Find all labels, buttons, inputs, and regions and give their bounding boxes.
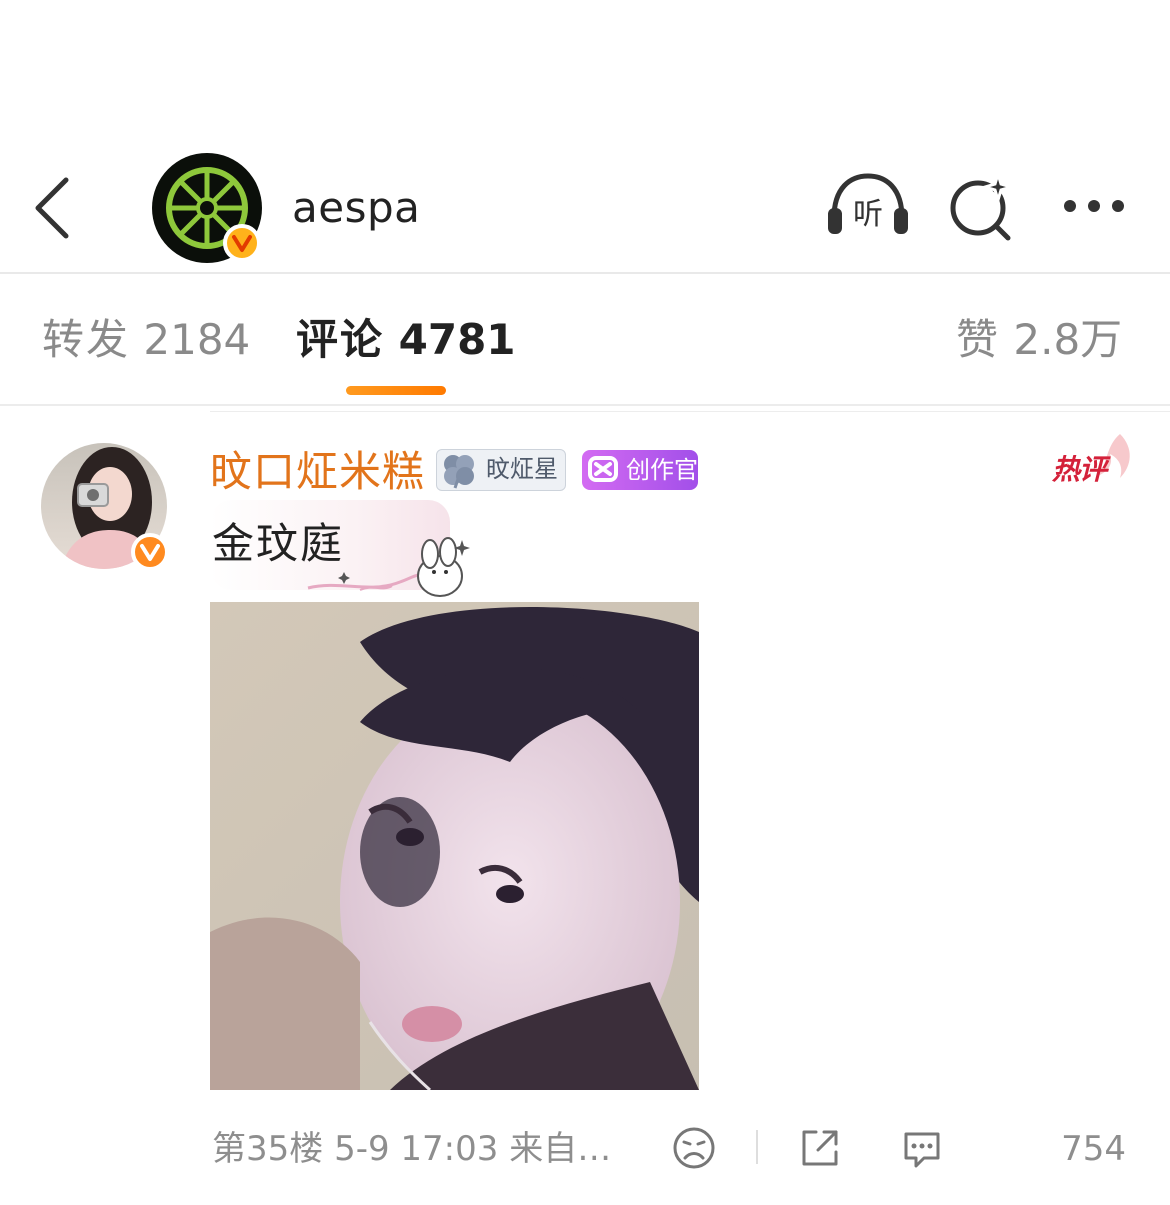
verified-badge-icon [223,224,261,262]
fan-badge-label: 旼炡星 [486,455,558,483]
like-count[interactable]: 754 [1000,1126,1126,1172]
comment-image[interactable] [210,602,699,1090]
active-tab-indicator [346,386,446,395]
tab-comment-count: 4781 [398,315,516,364]
back-chevron-icon [35,177,69,239]
search-sparkle-icon [950,168,1017,241]
comment-bubble-icon [904,1132,940,1168]
back-button[interactable] [28,170,88,246]
list-divider [210,411,1170,412]
tab-like-label: 赞 [956,315,1001,364]
share-button[interactable] [798,1126,842,1170]
tab-comment-label: 评论 [296,315,385,364]
commenter-name[interactable]: 旼口炡米糕 [210,446,425,498]
headphones-icon: 听 [828,173,908,234]
clover-icon [444,455,474,489]
tab-repost[interactable]: 转发 2184 [42,310,250,370]
account-title[interactable]: aespa [292,180,420,236]
tab-divider [0,404,1170,406]
account-avatar[interactable] [152,153,262,263]
share-icon [802,1130,838,1166]
listen-button[interactable]: 听 [822,170,914,242]
more-dots-icon [1064,200,1124,212]
comment-meta: 第35楼 5-9 17:03 来自… [212,1129,612,1169]
tab-like-count: 2.8万 [1013,315,1123,364]
creator-icon [588,456,618,482]
sad-face-icon [673,1127,715,1169]
verified-badge-icon [131,533,169,571]
svg-text:听: 听 [853,197,883,232]
dislike-button[interactable] [672,1126,716,1170]
comment-text: 金玟庭 [212,519,345,568]
tab-repost-label: 转发 [42,315,131,364]
search-button[interactable] [946,168,1017,242]
tab-comment[interactable]: 评论 4781 [296,310,516,370]
reply-button[interactable] [900,1126,944,1170]
more-button[interactable] [1058,186,1130,226]
footer-divider [756,1130,758,1164]
tab-repost-count: 2184 [143,315,251,364]
commenter-avatar[interactable] [40,442,170,572]
creator-badge-label: 创作官 [626,456,698,484]
hot-comment-label: 热评 [1052,453,1107,486]
header-divider [0,272,1170,274]
tab-like[interactable]: 赞 2.8万 [956,310,1122,370]
